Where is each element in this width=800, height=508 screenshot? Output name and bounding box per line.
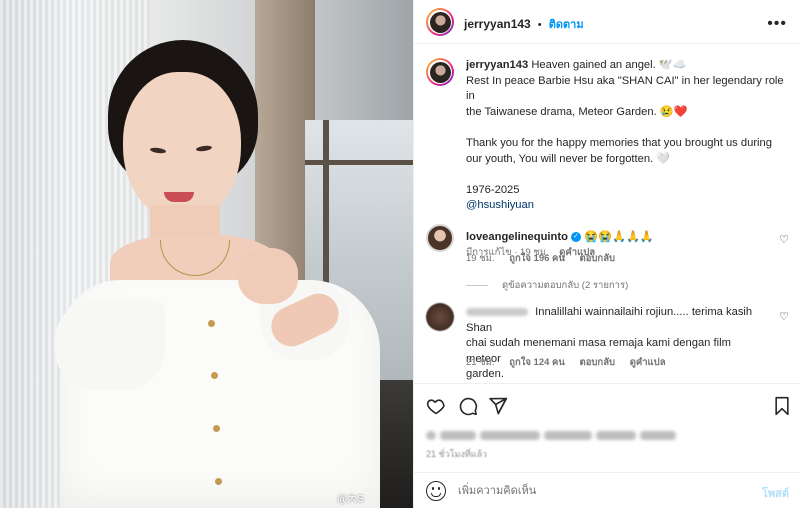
reply-button[interactable]: ตอบกลับ [580,357,616,368]
comment-likes[interactable]: ถูกใจ 196 คน [509,253,565,264]
commenter-avatar[interactable] [426,224,454,252]
blouse-button [215,478,222,485]
bookmark-icon[interactable] [771,395,793,417]
person-hand [238,248,298,304]
caption-username[interactable]: jerryyan143 [466,59,528,71]
blouse-button [211,372,218,379]
add-comment-bar: โพสต์ [414,472,800,508]
caption-line: Thank you for the happy memories that yo… [466,136,772,149]
comment-meta: 19 ชม. ถูกใจ 196 คน ตอบกลับ [466,251,627,266]
view-replies[interactable]: ดูข้อความตอบกลับ (2 รายการ) [466,278,628,293]
comment-time: 19 ชม. [466,253,495,264]
reply-button[interactable]: ตอบกลับ [580,253,616,264]
post-time-ago: 21 ชั่วโมงที่แล้ว [426,449,488,459]
liked-by-blurred [426,429,686,441]
post-header: jerryyan143 • ติดตาม ••• [414,0,800,44]
divider [414,383,800,384]
separator-dot: • [537,19,542,31]
heart-icon[interactable] [425,395,447,417]
comment-text: loveangelinequinto ✓ 😭😭🙏🙏🙏 [466,230,766,246]
instagram-post-view: @大S jerryyan143 • ติดตาม ••• jerryyan143… [0,0,800,508]
comment-time: 21 ชม. [466,357,495,368]
verified-badge-icon: ✓ [571,232,582,243]
send-icon[interactable] [487,395,509,417]
comment-meta: 21 ชม. ถูกใจ 124 คน ตอบกลับ ดูคำแปล [466,355,678,370]
caption-avatar[interactable] [426,58,454,86]
caption-line: the Taiwanese drama, Meteor Garden. 😢❤️ [466,105,688,118]
action-bar [414,390,800,422]
image-watermark: @大S [337,494,364,505]
follow-button[interactable]: ติดตาม [549,19,584,31]
blurred-username [466,308,528,317]
post-comment-button[interactable]: โพสต์ [762,484,789,502]
author-username[interactable]: jerryyan143 [464,17,531,31]
comment-input[interactable] [458,482,728,500]
commenter-avatar[interactable] [426,303,454,331]
blouse-button [208,320,215,327]
comment-likes[interactable]: ถูกใจ 124 คน [509,357,565,368]
more-horizontal-icon[interactable]: ••• [767,15,787,33]
comment-body: 😭😭🙏🙏🙏 [584,231,654,243]
caption-line: Heaven gained an angel. 🕊️☁️ [531,59,687,71]
person-sleeve-left [55,300,165,390]
caption-line: 1976-2025 [466,183,520,196]
commenter-username[interactable]: loveangelinequinto [466,231,568,243]
post-photo[interactable]: @大S [0,0,413,508]
caption-mention[interactable]: @hsushiyuan [466,198,791,214]
caption-line: Rest In peace Barbie Hsu aka "SHAN CAI" … [466,74,784,103]
comment-text: Innalillahi wainnailaihi rojiun..... ter… [466,305,766,383]
comment-like-heart-icon[interactable]: ♡ [779,233,789,246]
replies-line [466,285,488,286]
blouse-button [213,425,220,432]
emoji-icon[interactable] [426,481,446,501]
author-avatar[interactable] [426,8,454,36]
comment-icon[interactable] [457,395,479,417]
comment-like-heart-icon[interactable]: ♡ [779,310,789,323]
translate-link[interactable]: ดูคำแปล [630,357,666,368]
caption-line: our youth, You will never be forgotten. … [466,152,671,165]
post-details-panel: jerryyan143 • ติดตาม ••• jerryyan143 Hea… [413,0,800,508]
comment-body: garden. [466,368,504,381]
view-replies-label[interactable]: ดูข้อความตอบกลับ (2 รายการ) [502,278,628,293]
caption-text: jerryyan143 Heaven gained an angel. 🕊️☁️… [466,58,791,214]
